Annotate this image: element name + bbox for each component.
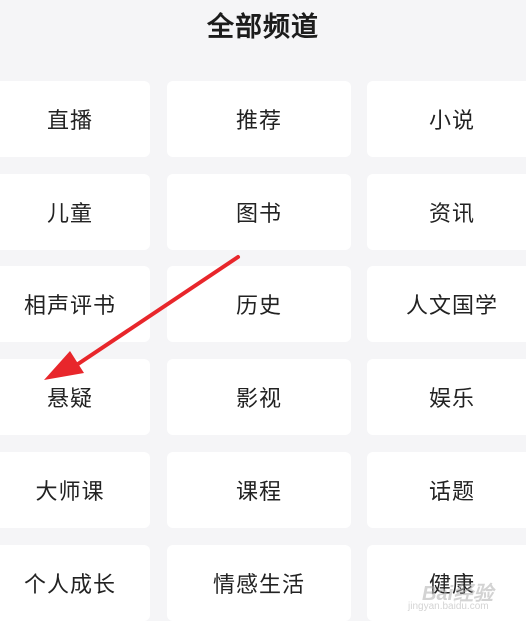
channel-tile-news[interactable]: 资讯 [367,174,526,250]
channel-grid: 直播 推荐 小说 儿童 图书 资讯 相声评书 历史 人文国学 悬疑 影视 娱乐 … [0,0,526,621]
channel-label: 课程 [235,480,282,505]
channel-tile-children[interactable]: 儿童 [0,174,150,250]
channel-tile-crosstalk[interactable]: 相声评书 [0,266,150,342]
channel-tile-live[interactable]: 直播 [0,81,150,157]
channel-label: 话题 [428,480,475,505]
channel-label: 直播 [46,109,93,134]
channel-label: 影视 [235,387,282,412]
channel-tile-emotional-life[interactable]: 情感生活 [167,545,351,621]
channel-label: 情感生活 [212,573,305,598]
channel-page: 全部频道 直播 推荐 小说 儿童 图书 资讯 相声评书 历史 人文国学 悬疑 影… [0,0,526,621]
channel-label: 大师课 [35,480,105,505]
channel-tile-humanities[interactable]: 人文国学 [367,266,526,342]
channel-label: 个人成长 [23,573,116,598]
channel-label: 图书 [235,202,282,227]
channel-label: 儿童 [46,202,93,227]
channel-tile-masterclass[interactable]: 大师课 [0,452,150,528]
channel-tile-film[interactable]: 影视 [167,359,351,435]
channel-tile-entertainment[interactable]: 娱乐 [367,359,526,435]
channel-label: 推荐 [235,109,282,134]
channel-label: 小说 [428,109,475,134]
channel-label: 历史 [235,294,282,319]
channel-label: 娱乐 [428,387,475,412]
channel-label: 资讯 [428,202,475,227]
channel-label: 悬疑 [46,387,93,412]
channel-tile-topics[interactable]: 话题 [367,452,526,528]
channel-tile-books[interactable]: 图书 [167,174,351,250]
channel-label: 人文国学 [405,294,498,319]
channel-label: 健康 [428,573,475,598]
channel-tile-personal-growth[interactable]: 个人成长 [0,545,150,621]
channel-tile-history[interactable]: 历史 [167,266,351,342]
channel-tile-courses[interactable]: 课程 [167,452,351,528]
channel-tile-novel[interactable]: 小说 [367,81,526,157]
channel-tile-health[interactable]: 健康 [367,545,526,621]
channel-tile-recommend[interactable]: 推荐 [167,81,351,157]
channel-label: 相声评书 [23,294,116,319]
channel-tile-suspense[interactable]: 悬疑 [0,359,150,435]
